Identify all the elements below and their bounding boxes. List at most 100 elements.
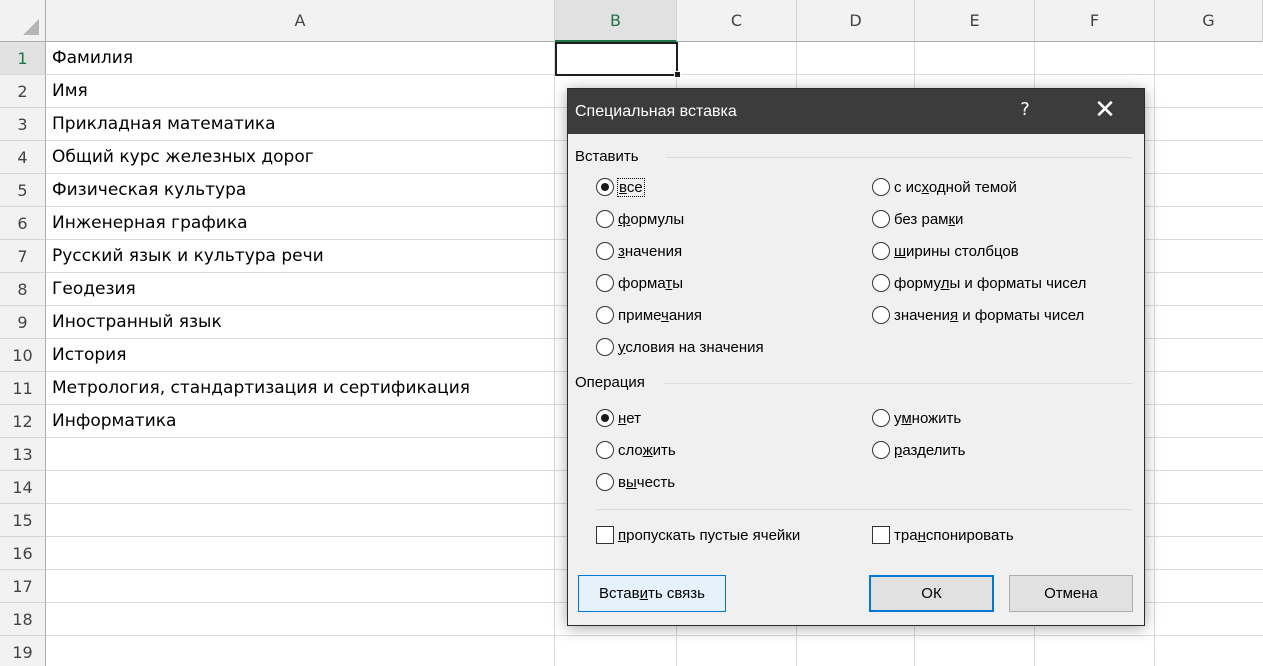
select-all-triangle-icon bbox=[23, 19, 39, 35]
paste-alt-option-4[interactable]: формулы и форматы чисел bbox=[872, 274, 1086, 292]
cell-a11[interactable]: Метрология, стандартизация и сертификаци… bbox=[52, 372, 470, 405]
row-header-5[interactable]: 5 bbox=[0, 174, 46, 207]
paste-alt-option-2[interactable]: без рамки bbox=[872, 210, 963, 228]
transpose-checkbox[interactable]: транспонировать bbox=[872, 526, 1014, 544]
column-header-f[interactable]: F bbox=[1035, 0, 1155, 42]
skip-blanks-label: пропускать пустые ячейки bbox=[618, 526, 801, 544]
cell-a5[interactable]: Физическая культура bbox=[52, 174, 246, 207]
cell-a3[interactable]: Прикладная математика bbox=[52, 108, 276, 141]
row-header-9[interactable]: 9 bbox=[0, 306, 46, 339]
operation-alt-option-1[interactable]: умножить bbox=[872, 409, 961, 427]
paste-alt-option-label: с исходной темой bbox=[894, 178, 1017, 196]
radio-button[interactable] bbox=[872, 306, 890, 324]
operation-alt-option-2[interactable]: разделить bbox=[872, 441, 965, 459]
paste-link-button[interactable]: Встав и ть связь bbox=[578, 575, 726, 612]
paste-option-6[interactable]: условия на значения bbox=[596, 338, 764, 356]
radio-button[interactable] bbox=[872, 441, 890, 459]
row-header-1[interactable]: 1 bbox=[0, 42, 46, 75]
column-header-c[interactable]: C bbox=[677, 0, 797, 42]
cell-a7[interactable]: Русский язык и культура речи bbox=[52, 240, 324, 273]
cell-a10[interactable]: История bbox=[52, 339, 126, 372]
cell-a4[interactable]: Общий курс железных дорог bbox=[52, 141, 314, 174]
row-header-18[interactable]: 18 bbox=[0, 603, 46, 636]
checkbox-box[interactable] bbox=[872, 526, 890, 544]
operation-option-label: вычесть bbox=[618, 473, 676, 491]
operation-alt-option-label: разделить bbox=[894, 441, 966, 459]
row-header-6[interactable]: 6 bbox=[0, 207, 46, 240]
cancel-button[interactable]: Отмена bbox=[1009, 575, 1133, 612]
paste-alt-option-label: формулы и форматы чисел bbox=[894, 274, 1087, 292]
row-header-12[interactable]: 12 bbox=[0, 405, 46, 438]
cell-a12[interactable]: Информатика bbox=[52, 405, 176, 438]
radio-button[interactable] bbox=[872, 242, 890, 260]
grid-column-line bbox=[1154, 42, 1155, 666]
radio-button[interactable] bbox=[596, 409, 614, 427]
paste-alt-option-1[interactable]: с исходной темой bbox=[872, 178, 1017, 196]
paste-alt-option-3[interactable]: ширины столбцов bbox=[872, 242, 1019, 260]
cell-a9[interactable]: Иностранный язык bbox=[52, 306, 222, 339]
operation-group-divider bbox=[664, 383, 1132, 384]
column-header-a[interactable]: A bbox=[46, 0, 555, 42]
column-header-b[interactable]: B bbox=[555, 0, 677, 42]
radio-button[interactable] bbox=[596, 306, 614, 324]
paste-option-label: все bbox=[617, 177, 645, 197]
radio-button[interactable] bbox=[596, 242, 614, 260]
row-header-11[interactable]: 11 bbox=[0, 372, 46, 405]
active-cell-b1[interactable] bbox=[555, 42, 678, 76]
row-header-3[interactable]: 3 bbox=[0, 108, 46, 141]
radio-button[interactable] bbox=[596, 338, 614, 356]
paste-option-label: примечания bbox=[618, 306, 702, 324]
ok-button[interactable]: ОК bbox=[869, 575, 994, 612]
row-header-17[interactable]: 17 bbox=[0, 570, 46, 603]
paste-group-title: Вставить bbox=[575, 148, 639, 165]
checkbox-box[interactable] bbox=[596, 526, 614, 544]
row-header-7[interactable]: 7 bbox=[0, 240, 46, 273]
radio-button[interactable] bbox=[872, 274, 890, 292]
operation-option-3[interactable]: вычесть bbox=[596, 473, 675, 491]
close-button[interactable]: ✕ bbox=[1087, 94, 1123, 126]
dialog-titlebar[interactable]: Специальная вставка ? ✕ bbox=[568, 89, 1144, 134]
column-header-g[interactable]: G bbox=[1155, 0, 1263, 42]
cell-a8[interactable]: Геодезия bbox=[52, 273, 136, 306]
radio-button[interactable] bbox=[872, 210, 890, 228]
grid-column-line bbox=[554, 42, 555, 666]
paste-option-3[interactable]: значения bbox=[596, 242, 682, 260]
paste-option-label: значения bbox=[618, 242, 683, 260]
cell-a6[interactable]: Инженерная графика bbox=[52, 207, 248, 240]
radio-button[interactable] bbox=[596, 178, 614, 196]
row-header-10[interactable]: 10 bbox=[0, 339, 46, 372]
operation-option-1[interactable]: нет bbox=[596, 409, 641, 427]
cell-a1[interactable]: Фамилия bbox=[52, 42, 133, 75]
radio-button[interactable] bbox=[872, 409, 890, 427]
dialog-title: Специальная вставка bbox=[575, 102, 737, 120]
skip-blanks-checkbox[interactable]: пропускать пустые ячейки bbox=[596, 526, 800, 544]
cell-a2[interactable]: Имя bbox=[52, 75, 88, 108]
row-header-13[interactable]: 13 bbox=[0, 438, 46, 471]
column-header-d[interactable]: D bbox=[797, 0, 915, 42]
radio-button[interactable] bbox=[596, 210, 614, 228]
column-header-e[interactable]: E bbox=[915, 0, 1035, 42]
row-header-16[interactable]: 16 bbox=[0, 537, 46, 570]
row-header-14[interactable]: 14 bbox=[0, 471, 46, 504]
help-button[interactable]: ? bbox=[1013, 99, 1037, 120]
paste-option-1[interactable]: все bbox=[596, 177, 645, 197]
operation-option-2[interactable]: сложить bbox=[596, 441, 676, 459]
paste-group-divider bbox=[666, 157, 1132, 158]
paste-option-label: формулы bbox=[618, 210, 685, 228]
row-header-2[interactable]: 2 bbox=[0, 75, 46, 108]
paste-option-5[interactable]: примечания bbox=[596, 306, 702, 324]
radio-button[interactable] bbox=[596, 274, 614, 292]
radio-button[interactable] bbox=[596, 473, 614, 491]
radio-button[interactable] bbox=[596, 441, 614, 459]
row-header-19[interactable]: 19 bbox=[0, 636, 46, 666]
select-all-corner[interactable] bbox=[0, 0, 46, 42]
radio-button[interactable] bbox=[872, 178, 890, 196]
row-header-4[interactable]: 4 bbox=[0, 141, 46, 174]
paste-option-4[interactable]: форматы bbox=[596, 274, 683, 292]
fill-handle[interactable] bbox=[674, 71, 681, 78]
row-header-8[interactable]: 8 bbox=[0, 273, 46, 306]
row-header-15[interactable]: 15 bbox=[0, 504, 46, 537]
paste-alt-option-5[interactable]: значения и форматы чисел bbox=[872, 306, 1084, 324]
paste-option-2[interactable]: формулы bbox=[596, 210, 684, 228]
operation-option-label: нет bbox=[618, 409, 642, 427]
